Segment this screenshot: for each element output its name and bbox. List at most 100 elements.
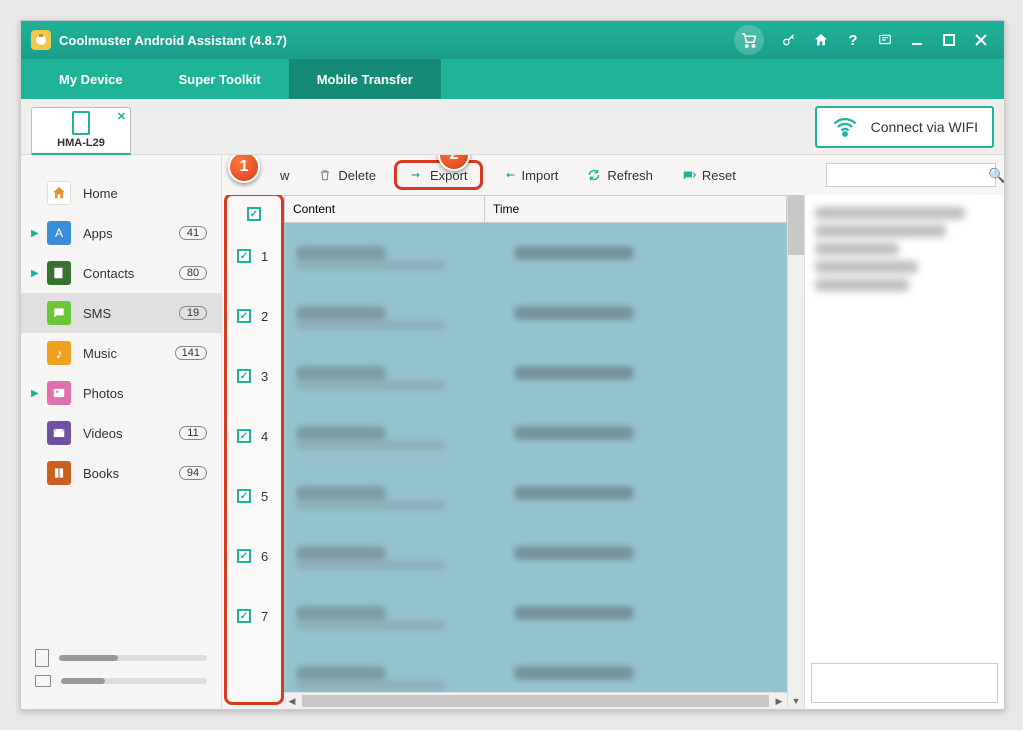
- row-number: 2: [261, 309, 268, 324]
- app-logo-icon: [31, 30, 51, 50]
- tab-super-toolkit[interactable]: Super Toolkit: [151, 59, 289, 99]
- connect-wifi-button[interactable]: Connect via WIFI: [815, 106, 994, 148]
- titlebar: Coolmuster Android Assistant (4.8.7) ?: [21, 21, 1004, 59]
- col-time[interactable]: Time: [485, 196, 786, 222]
- row-checkbox[interactable]: ✓: [237, 489, 251, 503]
- sms-icon: [47, 301, 71, 325]
- table-row[interactable]: [284, 343, 787, 403]
- trash-icon: [317, 167, 333, 183]
- row-checkbox[interactable]: ✓: [237, 369, 251, 383]
- main-area: 1 2 w Delete Export Import: [222, 155, 1004, 709]
- phone-icon: [72, 111, 90, 135]
- sidebar-item-sms[interactable]: SMS 19: [21, 293, 221, 333]
- sidebar-item-home[interactable]: Home: [21, 173, 221, 213]
- maximize-icon[interactable]: [936, 27, 962, 53]
- sidebar-label: Music: [83, 346, 175, 361]
- minimize-icon[interactable]: [904, 27, 930, 53]
- count-badge: 41: [179, 226, 207, 240]
- contacts-icon: [47, 261, 71, 285]
- message-input-box[interactable]: [811, 663, 998, 703]
- sidebar-label: Contacts: [83, 266, 179, 281]
- table-body: [284, 223, 787, 692]
- body: Home ▶ A Apps 41 ▶ Contacts 80 SMS: [21, 155, 1004, 709]
- books-icon: [47, 461, 71, 485]
- sidebar-label: Photos: [83, 386, 221, 401]
- count-badge: 19: [179, 306, 207, 320]
- tab-mobile-transfer[interactable]: Mobile Transfer: [289, 59, 441, 99]
- wifi-icon: [831, 113, 859, 141]
- search-field[interactable]: [833, 168, 988, 182]
- app-title: Coolmuster Android Assistant (4.8.7): [59, 33, 734, 48]
- row-checkbox[interactable]: ✓: [237, 249, 251, 263]
- device-tab-close-icon[interactable]: ✕: [117, 110, 126, 123]
- table-row[interactable]: [284, 463, 787, 523]
- row-checkbox[interactable]: ✓: [237, 609, 251, 623]
- row-checkbox[interactable]: ✓: [237, 309, 251, 323]
- col-content[interactable]: Content: [285, 196, 485, 222]
- tab-my-device[interactable]: My Device: [31, 59, 151, 99]
- table-row[interactable]: [284, 223, 787, 283]
- table-header: Content Time: [284, 195, 787, 223]
- sidebar-list: Home ▶ A Apps 41 ▶ Contacts 80 SMS: [21, 155, 221, 639]
- feedback-icon[interactable]: [872, 27, 898, 53]
- import-button[interactable]: Import: [491, 163, 569, 187]
- sidebar-label: Apps: [83, 226, 179, 241]
- content-area: ✓ ✓1 ✓2 ✓3 ✓4 ✓5 ✓6 ✓7 Content Time: [222, 195, 1004, 709]
- vertical-scrollbar[interactable]: ▲ ▼: [787, 195, 804, 709]
- export-button[interactable]: Export: [394, 160, 483, 190]
- new-button[interactable]: w: [270, 164, 299, 187]
- sidebar-label: Videos: [83, 426, 179, 441]
- table-row[interactable]: [284, 583, 787, 643]
- preview-content: [811, 201, 998, 663]
- table-row[interactable]: [284, 403, 787, 463]
- help-icon[interactable]: ?: [840, 27, 866, 53]
- device-name: HMA-L29: [57, 137, 105, 149]
- apps-icon: A: [47, 221, 71, 245]
- music-icon: ♪: [47, 341, 71, 365]
- row-number: 1: [261, 249, 268, 264]
- sidebar-item-contacts[interactable]: ▶ Contacts 80: [21, 253, 221, 293]
- search-icon: 🔍: [988, 167, 1004, 184]
- sidebar-item-apps[interactable]: ▶ A Apps 41: [21, 213, 221, 253]
- wifi-button-label: Connect via WIFI: [871, 119, 978, 135]
- search-input[interactable]: 🔍: [826, 163, 996, 187]
- close-icon[interactable]: [968, 27, 994, 53]
- row-number: 5: [261, 489, 268, 504]
- table-row[interactable]: [284, 283, 787, 343]
- sidebar-item-videos[interactable]: Videos 11: [21, 413, 221, 453]
- reset-icon: [681, 167, 697, 183]
- count-badge: 94: [179, 466, 207, 480]
- sidebar: Home ▶ A Apps 41 ▶ Contacts 80 SMS: [21, 155, 222, 709]
- cart-icon[interactable]: [734, 25, 764, 55]
- import-arrow-icon: [501, 167, 517, 183]
- export-arrow-icon: [409, 167, 425, 183]
- key-icon[interactable]: [776, 27, 802, 53]
- refresh-button[interactable]: Refresh: [576, 163, 663, 187]
- sidebar-item-music[interactable]: ♪ Music 141: [21, 333, 221, 373]
- home-icon[interactable]: [808, 27, 834, 53]
- table-row[interactable]: [284, 643, 787, 692]
- table-row[interactable]: [284, 523, 787, 583]
- device-row: ✕ HMA-L29 Connect via WIFI: [21, 99, 1004, 155]
- horizontal-scrollbar[interactable]: ◀▶: [284, 692, 787, 709]
- main-tabbar: My Device Super Toolkit Mobile Transfer: [21, 59, 1004, 99]
- sidebar-label: SMS: [83, 306, 179, 321]
- reset-button[interactable]: Reset: [671, 163, 746, 187]
- device-tab[interactable]: ✕ HMA-L29: [31, 107, 131, 155]
- expand-arrow-icon: ▶: [31, 228, 39, 239]
- phone-storage-icon: [35, 649, 49, 667]
- row-number: 6: [261, 549, 268, 564]
- sidebar-item-photos[interactable]: ▶ Photos: [21, 373, 221, 413]
- refresh-icon: [586, 167, 602, 183]
- table-content: Content Time: [284, 195, 787, 709]
- count-badge: 80: [179, 266, 207, 280]
- sidebar-item-books[interactable]: Books 94: [21, 453, 221, 493]
- row-checkbox[interactable]: ✓: [237, 429, 251, 443]
- sd-storage-icon: [35, 675, 51, 687]
- select-all-checkbox[interactable]: ✓: [247, 207, 261, 221]
- storage-panel: [21, 639, 221, 709]
- delete-button[interactable]: Delete: [307, 163, 386, 187]
- sidebar-label: Books: [83, 466, 179, 481]
- storage-sd: [35, 675, 207, 687]
- row-checkbox[interactable]: ✓: [237, 549, 251, 563]
